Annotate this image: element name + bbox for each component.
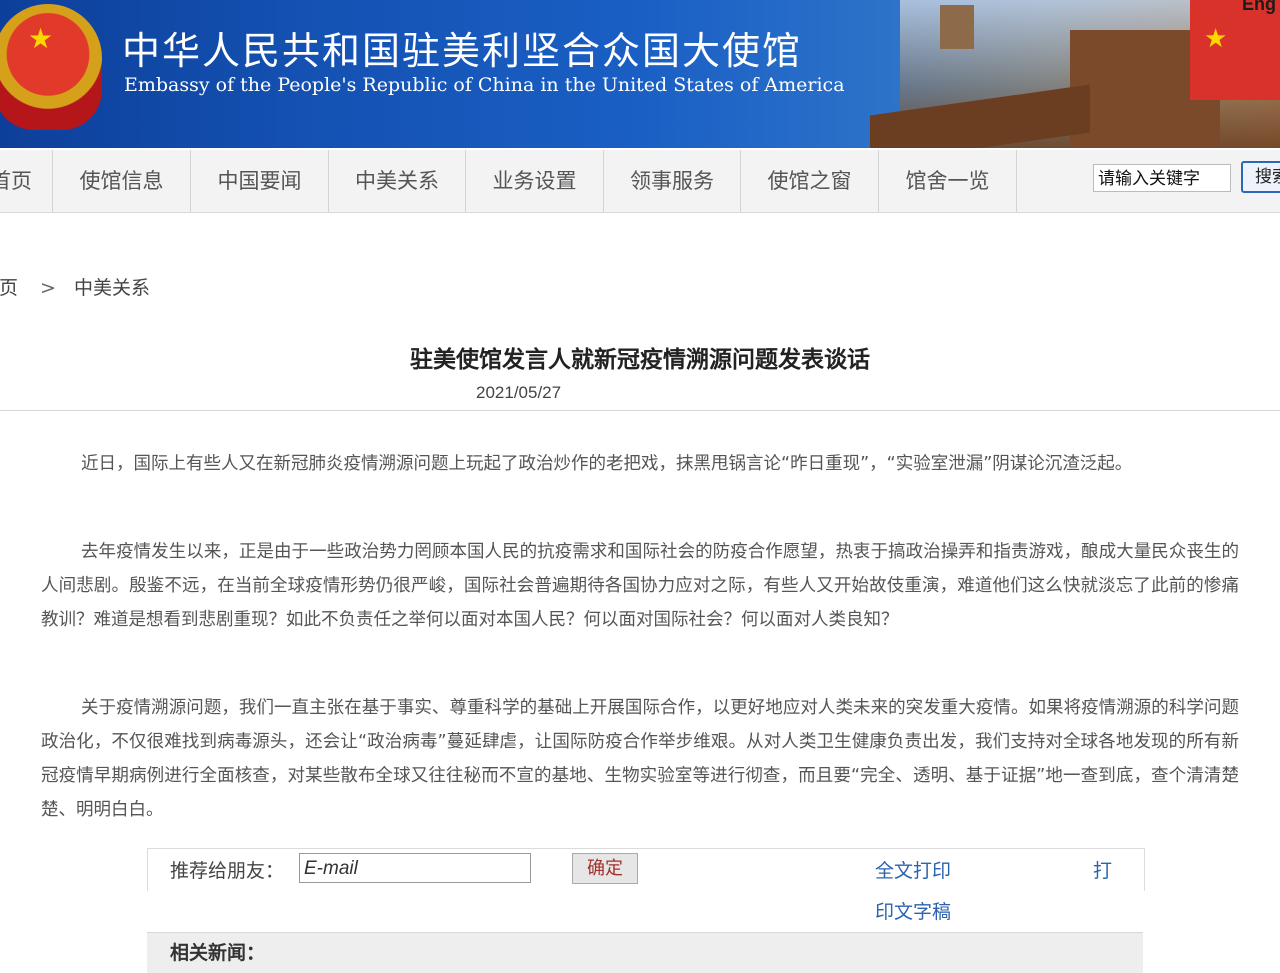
site-title-en: Embassy of the People's Republic of Chin… <box>124 74 845 96</box>
nav-item-embassy-window[interactable]: 使馆之窗 <box>741 150 879 212</box>
article-title: 驻美使馆发言人就新冠疫情溯源问题发表谈话 <box>410 346 870 373</box>
breadcrumb-home-link[interactable]: 首页 <box>0 273 18 300</box>
nav-item-home[interactable]: 首页 <box>0 150 53 212</box>
breadcrumb-current[interactable]: 中美关系 <box>74 273 150 300</box>
main-nav: 首页 使馆信息 中国要闻 中美关系 业务设置 领事服务 使馆之窗 馆舍一览 <box>0 150 1280 213</box>
confirm-button[interactable]: 确定 <box>572 853 638 884</box>
nav-item-china-us-relations[interactable]: 中美关系 <box>329 150 466 212</box>
nav-item-premises[interactable]: 馆舍一览 <box>879 150 1017 212</box>
national-emblem-icon[interactable]: ★ <box>0 4 102 130</box>
watchtower-image <box>940 5 974 49</box>
english-link[interactable]: Eng <box>1242 0 1276 15</box>
nav-item-consular[interactable]: 领事服务 <box>604 150 741 212</box>
article-paragraph-2: 去年疫情发生以来，正是由于一些政治势力罔顾本国人民的抗疫需求和国际社会的防疫合作… <box>41 542 1239 630</box>
search-input[interactable]: 请输入关键字 <box>1093 164 1231 192</box>
nav-item-embassy-info[interactable]: 使馆信息 <box>53 150 191 212</box>
title-divider <box>0 410 1280 411</box>
article-paragraph-3: 关于疫情溯源问题，我们一直主张在基于事实、尊重科学的基础上开展国际合作，以更好地… <box>41 698 1239 820</box>
nav-item-china-news[interactable]: 中国要闻 <box>191 150 329 212</box>
article-paragraph-1: 近日，国际上有些人又在新冠肺炎疫情溯源问题上玩起了政治炒作的老把戏，抹黑甩锅言论… <box>81 454 1133 474</box>
share-label: 推荐给朋友： <box>170 860 285 882</box>
breadcrumb: 首页 > 中美关系 <box>0 273 150 300</box>
article-date: 2021/05/27 <box>476 383 562 402</box>
header-banner: ★ ★ 中华人民共和国驻美利坚合众国大使馆 Embassy of the Peo… <box>0 0 1280 148</box>
related-news-panel <box>147 932 1143 973</box>
related-news-heading: 相关新闻： <box>170 942 266 964</box>
nav-item-business[interactable]: 业务设置 <box>466 150 604 212</box>
flag-image: ★ <box>1190 0 1280 100</box>
print-text-link[interactable]: 印文字稿 <box>875 897 951 924</box>
search-button[interactable]: 搜索 <box>1241 161 1280 193</box>
flag-star-icon: ★ <box>1204 24 1228 54</box>
site-title-cn: 中华人民共和国驻美利坚合众国大使馆 <box>122 29 803 73</box>
print-link[interactable]: 打 <box>1093 856 1112 883</box>
breadcrumb-chevron-icon: > <box>40 277 56 299</box>
print-full-link[interactable]: 全文打印 <box>875 856 951 883</box>
share-panel <box>147 848 1145 891</box>
email-field[interactable]: E-mail <box>299 853 531 883</box>
